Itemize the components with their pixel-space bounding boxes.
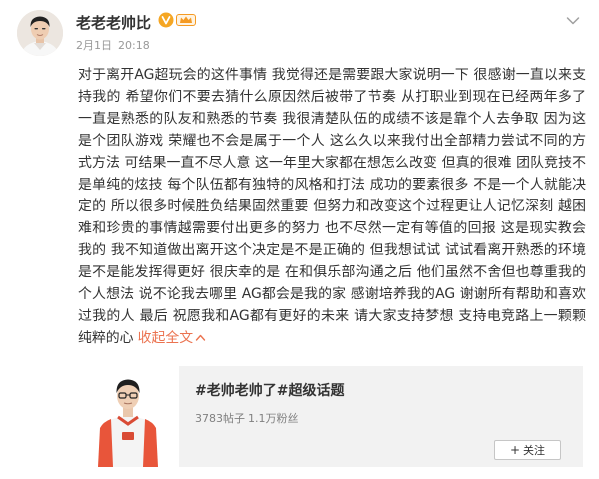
author-badges <box>158 12 196 28</box>
follow-label: 关注 <box>523 444 546 457</box>
post-body: 对于离开AG超玩会的这件事情 我觉得还是需要跟大家说明一下 很感谢一直以来支持我… <box>78 65 586 350</box>
collapse-label: 收起全文 <box>137 329 194 346</box>
vip-crown-icon[interactable] <box>176 13 196 27</box>
topic-thumbnail <box>78 366 179 467</box>
avatar[interactable] <box>17 10 63 56</box>
chevron-down-icon[interactable] <box>566 16 580 26</box>
chevron-up-icon <box>195 334 206 341</box>
topic-thumbnail-image <box>78 366 179 467</box>
post-text: 对于离开AG超玩会的这件事情 我觉得还是需要跟大家说明一下 很感谢一直以来支持我… <box>78 67 586 346</box>
follow-button[interactable]: + 关注 <box>494 440 561 460</box>
post-meta: 2月1日 20:18 <box>76 39 150 53</box>
topic-title[interactable]: #老帅老帅了#超级话题 <box>195 382 344 400</box>
avatar-image <box>17 10 63 56</box>
verified-v-icon[interactable] <box>158 12 174 28</box>
topic-fan-count: 1.1万粉丝 <box>248 412 299 425</box>
topic-stats: 3783帖子 1.1万粉丝 <box>195 412 299 426</box>
topic-post-count: 3783帖子 <box>195 412 245 425</box>
plus-icon: + <box>509 443 521 457</box>
post-date: 2月1日 <box>76 39 112 52</box>
author-name[interactable]: 老老老帅比 <box>76 14 151 32</box>
collapse-link[interactable]: 收起全文 <box>138 330 207 346</box>
post-time: 20:18 <box>118 39 150 52</box>
weibo-post: 老老老帅比 2月1日 20:18 对于离开AG超玩会的这件事情 我觉得还是需要跟大… <box>0 0 599 479</box>
